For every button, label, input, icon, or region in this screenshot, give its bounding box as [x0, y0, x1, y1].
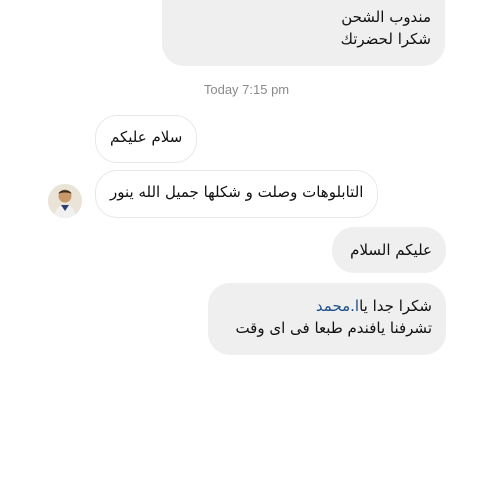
message-bubble-incoming[interactable]: سلام عليكم [95, 115, 198, 163]
message-text: عليكم السلام [350, 241, 432, 259]
message-text-line: شكرا جدا ياا.محمد [222, 295, 432, 317]
mention-link[interactable]: ا.محمد [316, 297, 359, 315]
message-text-line: تشرفنا يافندم طبعا فى اى وقت [235, 319, 432, 337]
message-bubble-outgoing[interactable]: عليكم السلام [332, 227, 446, 273]
timestamp: Today 7:15 pm [203, 82, 290, 97]
message-text: التابلوهات وصلت و شكلها جميل الله ينور [110, 183, 364, 201]
message-bubble-outgoing-top[interactable]: مندوب الشحن شكرا لحضرتك [162, 0, 445, 66]
message-text: سلام عليكم [110, 128, 183, 146]
message-text-line: مندوب الشحن [341, 8, 431, 26]
message-bubble-outgoing[interactable]: شكرا جدا ياا.محمد تشرفنا يافندم طبعا فى … [208, 283, 446, 355]
message-text-line: شكرا لحضرتك [340, 30, 431, 48]
person-icon [48, 184, 82, 218]
message-text: شكرا جدا يا [359, 297, 432, 315]
message-bubble-incoming[interactable]: التابلوهات وصلت و شكلها جميل الله ينور [95, 170, 379, 218]
avatar[interactable] [48, 184, 82, 218]
